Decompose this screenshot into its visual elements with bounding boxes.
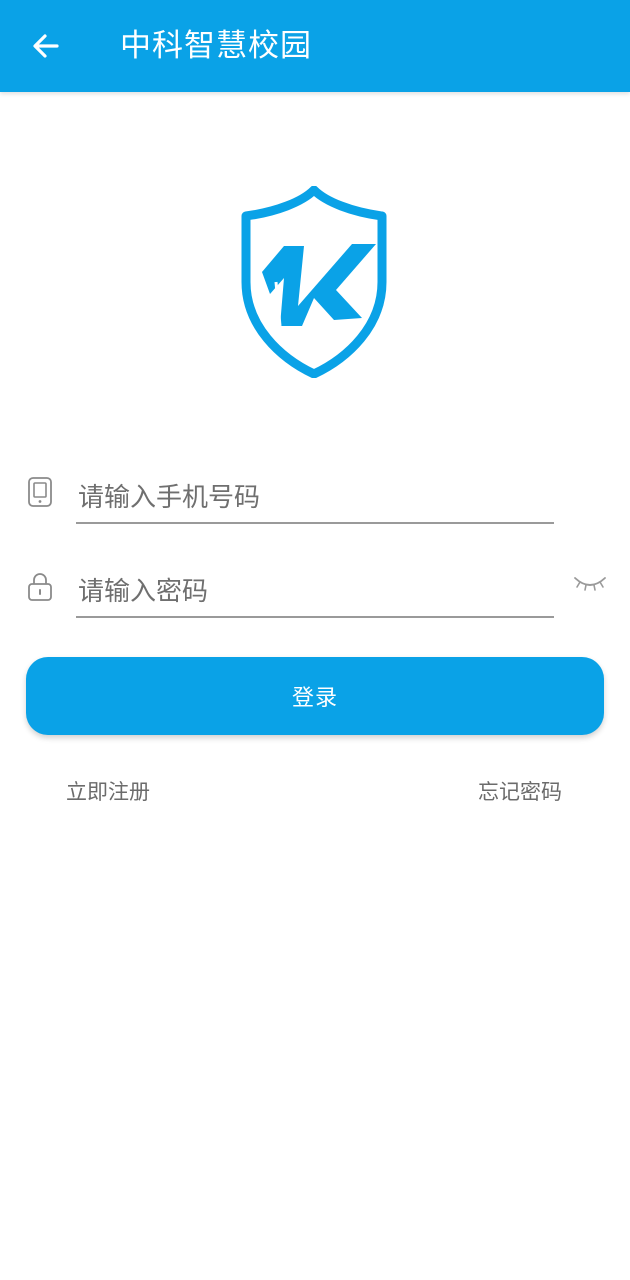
top-app-bar: 中科智慧校园 xyxy=(0,0,630,92)
forgot-password-link[interactable]: 忘记密码 xyxy=(478,777,562,807)
lock-icon xyxy=(28,573,52,601)
page-title: 中科智慧校园 xyxy=(120,28,312,64)
arrow-left-icon xyxy=(33,34,59,58)
phone-field-row xyxy=(0,462,630,532)
shield-k-logo xyxy=(241,186,387,378)
phone-icon xyxy=(28,477,52,507)
login-button[interactable]: 登录 xyxy=(26,657,604,735)
back-button[interactable] xyxy=(22,26,70,66)
password-field-row xyxy=(0,556,630,626)
phone-input[interactable] xyxy=(76,474,554,524)
register-link[interactable]: 立即注册 xyxy=(66,777,150,807)
password-input[interactable] xyxy=(76,568,554,618)
eye-closed-icon[interactable] xyxy=(572,570,608,594)
